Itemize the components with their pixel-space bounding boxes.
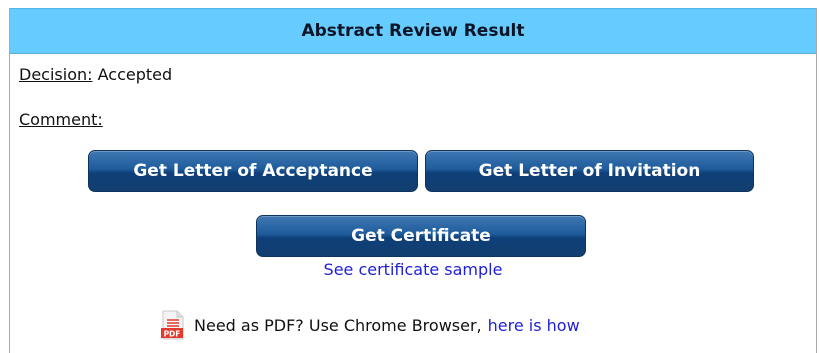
panel-title: Abstract Review Result [301,21,525,41]
get-letter-of-acceptance-button[interactable]: Get Letter of Acceptance [88,150,418,192]
here-is-how-link[interactable]: here is how [488,316,580,335]
pdf-file-icon: PDF [160,310,186,340]
certificate-button-label: Get Certificate [351,226,491,246]
abstract-review-panel: Abstract Review Result Decision: Accepte… [9,8,817,353]
panel-header: Abstract Review Result [10,8,816,54]
get-letter-of-invitation-button[interactable]: Get Letter of Invitation [425,150,754,192]
decision-label: Decision: [19,65,93,84]
certificate-sample-link-row: See certificate sample [10,260,816,279]
comment-row: Comment: [19,110,103,129]
decision-row: Decision: Accepted [19,65,172,84]
pdf-note: PDF Need as PDF? Use Chrome Browser, her… [160,310,580,340]
see-certificate-sample-link[interactable]: See certificate sample [324,260,503,279]
pdf-note-text: Need as PDF? Use Chrome Browser, [194,315,482,335]
pdf-icon-label: PDF [164,330,181,339]
get-certificate-button[interactable]: Get Certificate [256,215,586,257]
decision-value: Accepted [97,65,173,84]
acceptance-button-label: Get Letter of Acceptance [133,161,373,181]
comment-label: Comment: [19,110,103,129]
invitation-button-label: Get Letter of Invitation [478,161,701,181]
